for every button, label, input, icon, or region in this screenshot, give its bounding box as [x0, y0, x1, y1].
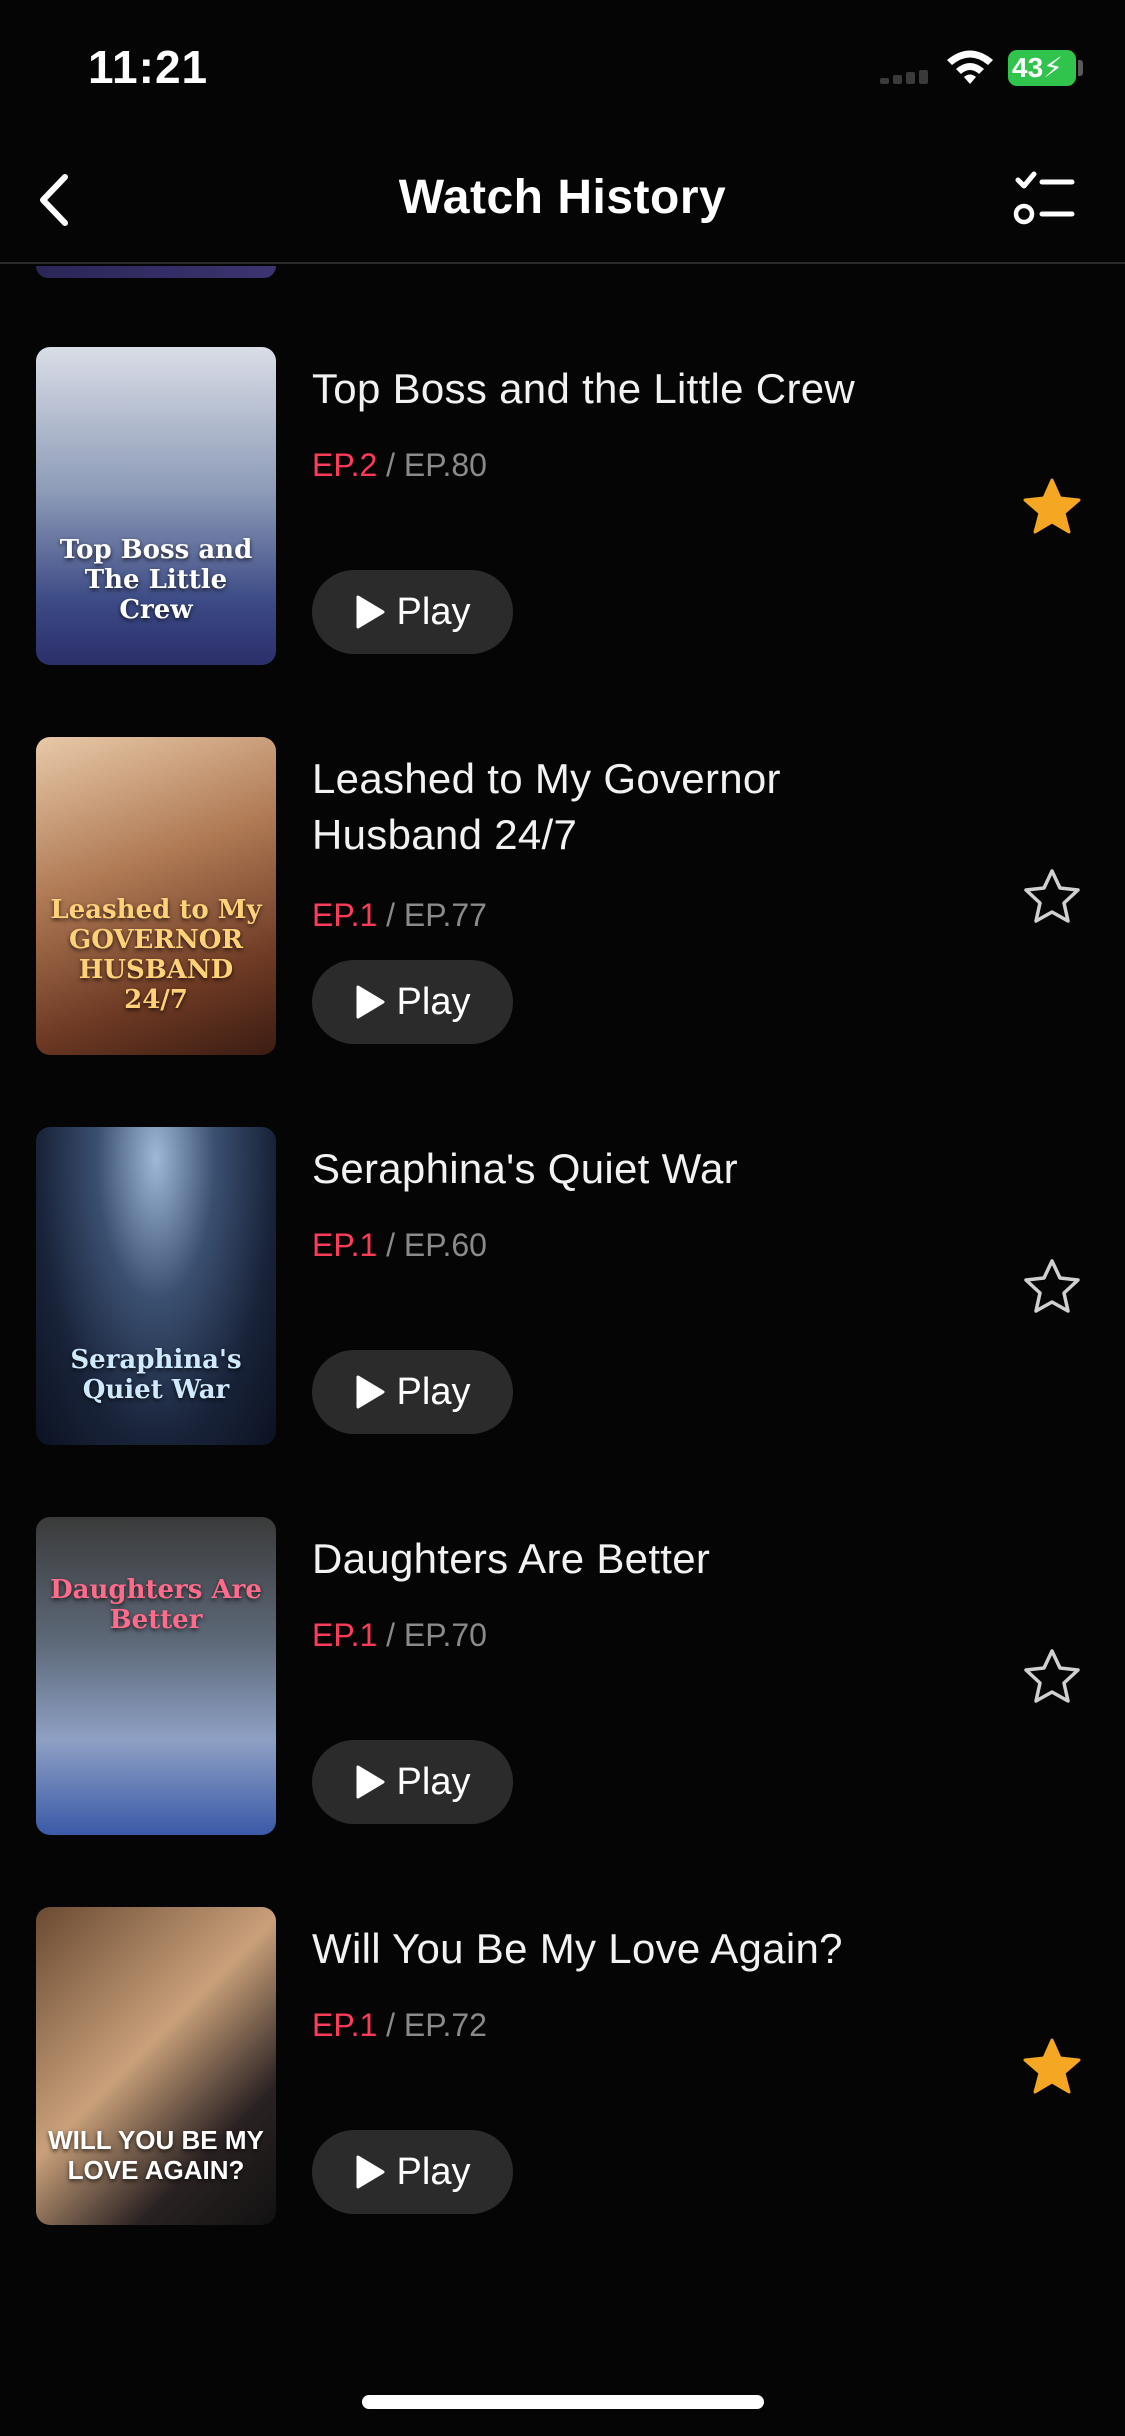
total-episodes: / EP.77	[377, 897, 487, 933]
history-item[interactable]: WILL YOU BE MY LOVE AGAIN? Will You Be M…	[0, 1907, 1125, 2227]
episode-progress: EP.2 / EP.80	[312, 447, 487, 484]
page-title: Watch History	[398, 171, 727, 224]
total-episodes: / EP.72	[377, 2007, 487, 2043]
poster-title: Daughters Are Better	[50, 1575, 262, 1635]
total-episodes: / EP.80	[377, 447, 487, 483]
play-icon	[356, 1765, 385, 1799]
episode-progress: EP.1 / EP.77	[312, 897, 487, 934]
poster-title: Seraphina's Quiet War	[70, 1345, 242, 1405]
item-title[interactable]: Seraphina's Quiet War	[312, 1141, 952, 1197]
play-button[interactable]: Play	[312, 570, 513, 654]
play-icon	[356, 1375, 385, 1409]
episode-progress: EP.1 / EP.72	[312, 2007, 487, 2044]
play-button[interactable]: Play	[312, 1350, 513, 1434]
poster-title: WILL YOU BE MY LOVE AGAIN?	[48, 2125, 264, 2185]
status-bar: 11:21 43⚡	[0, 0, 1125, 140]
current-episode: EP.1	[312, 1617, 378, 1653]
current-episode: EP.1	[312, 897, 378, 933]
home-indicator[interactable]	[362, 2395, 764, 2409]
edit-list-button[interactable]	[1010, 168, 1080, 232]
item-title[interactable]: Will You Be My Love Again?	[312, 1921, 952, 1977]
favorite-star-outline-icon[interactable]	[1020, 865, 1084, 929]
episode-progress: EP.1 / EP.60	[312, 1227, 487, 1264]
current-episode: EP.1	[312, 1227, 378, 1263]
poster-title: Leashed to My GOVERNOR HUSBAND 24/7	[50, 895, 262, 1015]
wifi-icon	[947, 50, 993, 84]
poster-title: Top Boss and The Little Crew	[59, 535, 253, 625]
nav-header: Watch History	[0, 140, 1125, 264]
status-time: 11:21	[88, 41, 209, 93]
history-item[interactable]: Top Boss and The Little Crew Top Boss an…	[0, 347, 1125, 667]
favorite-star-outline-icon[interactable]	[1020, 1645, 1084, 1709]
poster-thumbnail[interactable]: Top Boss and The Little Crew	[36, 347, 276, 665]
battery-nub	[1078, 60, 1083, 76]
play-label: Play	[396, 1760, 471, 1803]
item-title[interactable]: Top Boss and the Little Crew	[312, 361, 952, 417]
favorite-star-filled-icon[interactable]	[1020, 2035, 1084, 2099]
play-icon	[356, 985, 385, 1019]
poster-thumbnail[interactable]: Leashed to My GOVERNOR HUSBAND 24/7	[36, 737, 276, 1055]
play-label: Play	[396, 2150, 471, 2193]
item-title[interactable]: Leashed to My Governor Husband 24/7	[312, 751, 952, 863]
play-label: Play	[396, 980, 471, 1023]
battery-level: 43	[1012, 52, 1044, 83]
total-episodes: / EP.60	[377, 1227, 487, 1263]
current-episode: EP.1	[312, 2007, 378, 2043]
favorite-star-filled-icon[interactable]	[1020, 475, 1084, 539]
play-button[interactable]: Play	[312, 960, 513, 1044]
favorite-star-outline-icon[interactable]	[1020, 1255, 1084, 1319]
cellular-signal-icon	[880, 70, 932, 84]
poster-thumbnail[interactable]: WILL YOU BE MY LOVE AGAIN?	[36, 1907, 276, 2225]
item-title[interactable]: Daughters Are Better	[312, 1531, 952, 1587]
checklist-icon	[1013, 171, 1075, 225]
current-episode: EP.2	[312, 447, 378, 483]
play-icon	[356, 595, 385, 629]
play-button[interactable]: Play	[312, 2130, 513, 2214]
history-item[interactable]: Daughters Are Better Daughters Are Bette…	[0, 1517, 1125, 1837]
episode-progress: EP.1 / EP.70	[312, 1617, 487, 1654]
total-episodes: / EP.70	[377, 1617, 487, 1653]
poster-thumbnail[interactable]: Seraphina's Quiet War	[36, 1127, 276, 1445]
battery-icon: 43⚡	[1008, 50, 1076, 86]
previous-item-thumbnail[interactable]	[36, 266, 276, 278]
poster-thumbnail[interactable]: Daughters Are Better	[36, 1517, 276, 1835]
play-label: Play	[396, 1370, 471, 1413]
play-icon	[356, 2155, 385, 2189]
play-label: Play	[396, 590, 471, 633]
play-button[interactable]: Play	[312, 1740, 513, 1824]
history-item[interactable]: Seraphina's Quiet War Seraphina's Quiet …	[0, 1127, 1125, 1447]
history-item[interactable]: Leashed to My GOVERNOR HUSBAND 24/7 Leas…	[0, 737, 1125, 1057]
